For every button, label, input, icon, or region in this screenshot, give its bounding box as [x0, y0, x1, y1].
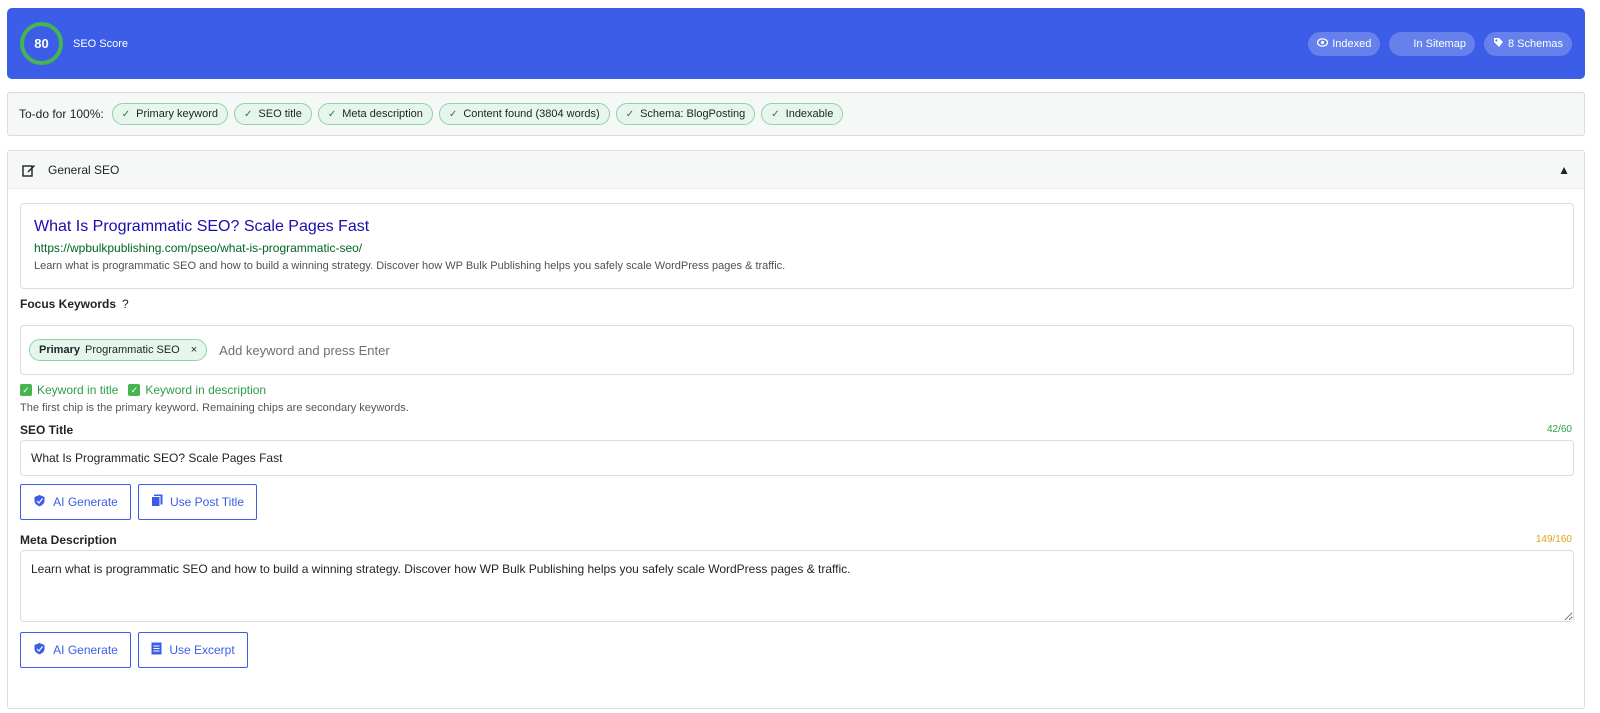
ai-shield-icon: [33, 642, 46, 658]
panel-title: General SEO: [48, 162, 120, 177]
serp-preview-url: https://wpbulkpublishing.com/pseo/what-i…: [34, 241, 363, 255]
collapse-toggle-icon[interactable]: ▲: [1558, 163, 1570, 177]
ai-shield-icon: [33, 494, 46, 510]
use-post-title-label: Use Post Title: [169, 495, 245, 509]
help-icon[interactable]: ?: [122, 297, 129, 311]
todo-item-label: SEO title: [258, 108, 302, 120]
eye-icon: [1317, 37, 1329, 50]
keyword-chip-tag: Primary: [39, 344, 80, 356]
sitemap-pill[interactable]: In Sitemap: [1389, 31, 1475, 56]
meta-description-textarea[interactable]: Learn what is programmatic SEO and how t…: [20, 550, 1574, 622]
serp-preview-description: Learn what is programmatic SEO and how t…: [34, 260, 786, 272]
remove-keyword-icon[interactable]: ×: [191, 344, 197, 356]
check-icon: ✓: [121, 108, 131, 120]
seo-score-label: SEO Score: [73, 37, 129, 50]
keyword-checks: ✓ Keyword in title ✓ Keyword in descriptio…: [20, 383, 266, 397]
seo-title-label: SEO Title: [20, 423, 74, 437]
todo-item-label: Primary keyword: [136, 108, 219, 120]
meta-description-counter: 149/160: [1535, 534, 1572, 545]
sitemap-icon: [1398, 38, 1409, 50]
todo-label: To-do for 100%:: [19, 107, 104, 121]
focus-keywords-field[interactable]: Primary Programmatic SEO ×: [20, 325, 1574, 375]
copy-icon: [150, 494, 163, 510]
serp-preview: What Is Programmatic SEO? Scale Pages Fa…: [20, 203, 1574, 289]
todo-item: ✓ Content found (3804 words): [438, 103, 610, 125]
keyword-check-item: ✓ Keyword in title: [20, 383, 118, 397]
todo-item-label: Content found (3804 words): [463, 108, 600, 120]
seo-title-counter: 42/60: [1546, 424, 1572, 435]
checkbox-checked-icon: ✓: [20, 384, 32, 396]
todo-item: ✓ Schema: BlogPosting: [615, 103, 756, 125]
sitemap-label: In Sitemap: [1413, 37, 1466, 50]
todo-item: ✓ SEO title: [234, 103, 312, 125]
indexed-label: Indexed: [1332, 37, 1372, 50]
use-excerpt-button[interactable]: Use Excerpt: [138, 632, 248, 668]
seo-score-value: 80: [34, 36, 49, 51]
ai-generate-title-label: AI Generate: [53, 495, 118, 509]
ai-generate-description-button[interactable]: AI Generate: [20, 632, 131, 668]
tag-icon: [1493, 37, 1504, 51]
general-seo-panel: General SEO ▲ What Is Programmatic SEO? …: [7, 150, 1585, 709]
checkbox-checked-icon: ✓: [128, 384, 141, 396]
keywords-hint: The first chip is the primary keyword. R…: [20, 402, 409, 414]
keyword-check-label: Keyword in title: [37, 383, 119, 397]
seo-title-input[interactable]: [20, 440, 1574, 476]
meta-description-label: Meta Description: [20, 533, 117, 547]
keyword-chip-value: Programmatic SEO: [84, 344, 180, 356]
status-pills: Indexed In Sitemap 8 Schemas: [1308, 31, 1572, 56]
keyword-input[interactable]: [219, 342, 620, 358]
use-excerpt-label: Use Excerpt: [169, 643, 235, 657]
check-icon: ✓: [448, 108, 458, 120]
ai-generate-description-label: AI Generate: [53, 643, 118, 657]
check-icon: ✓: [625, 108, 635, 120]
edit-icon: [22, 163, 36, 177]
todo-item-label: Indexable: [785, 108, 834, 120]
focus-keywords-label-text: Focus Keywords: [20, 297, 117, 311]
todo-bar: To-do for 100%: ✓ Primary keyword ✓ SEO ti…: [7, 92, 1585, 136]
todo-item: ✓ Primary keyword: [111, 103, 229, 125]
ai-generate-title-button[interactable]: AI Generate: [20, 484, 131, 520]
seo-score-header: 80 SEO Score Indexed In Sitemap 8 Schema…: [7, 8, 1585, 79]
document-icon: [151, 642, 162, 658]
schemas-label: 8 Schemas: [1507, 37, 1563, 50]
seo-score-ring: 80: [20, 22, 63, 65]
keyword-check-label: Keyword in description: [145, 383, 267, 397]
todo-item-label: Schema: BlogPosting: [640, 108, 746, 120]
check-icon: ✓: [327, 108, 337, 120]
indexed-pill[interactable]: Indexed: [1308, 31, 1381, 56]
todo-item: ✓ Meta description: [317, 103, 433, 125]
todo-item-label: Meta description: [342, 108, 423, 120]
panel-header[interactable]: General SEO ▲: [8, 151, 1584, 189]
check-icon: ✓: [771, 108, 780, 120]
keyword-check-item: ✓ Keyword in description: [128, 383, 266, 397]
focus-keywords-label: Focus Keywords?: [20, 297, 129, 311]
use-post-title-button[interactable]: Use Post Title: [138, 484, 257, 520]
check-icon: ✓: [244, 108, 253, 120]
todo-item: ✓ Indexable: [761, 103, 844, 125]
schemas-pill[interactable]: 8 Schemas: [1483, 31, 1572, 56]
serp-preview-title: What Is Programmatic SEO? Scale Pages Fa…: [34, 218, 370, 235]
keyword-chip: Primary Programmatic SEO ×: [29, 339, 208, 361]
